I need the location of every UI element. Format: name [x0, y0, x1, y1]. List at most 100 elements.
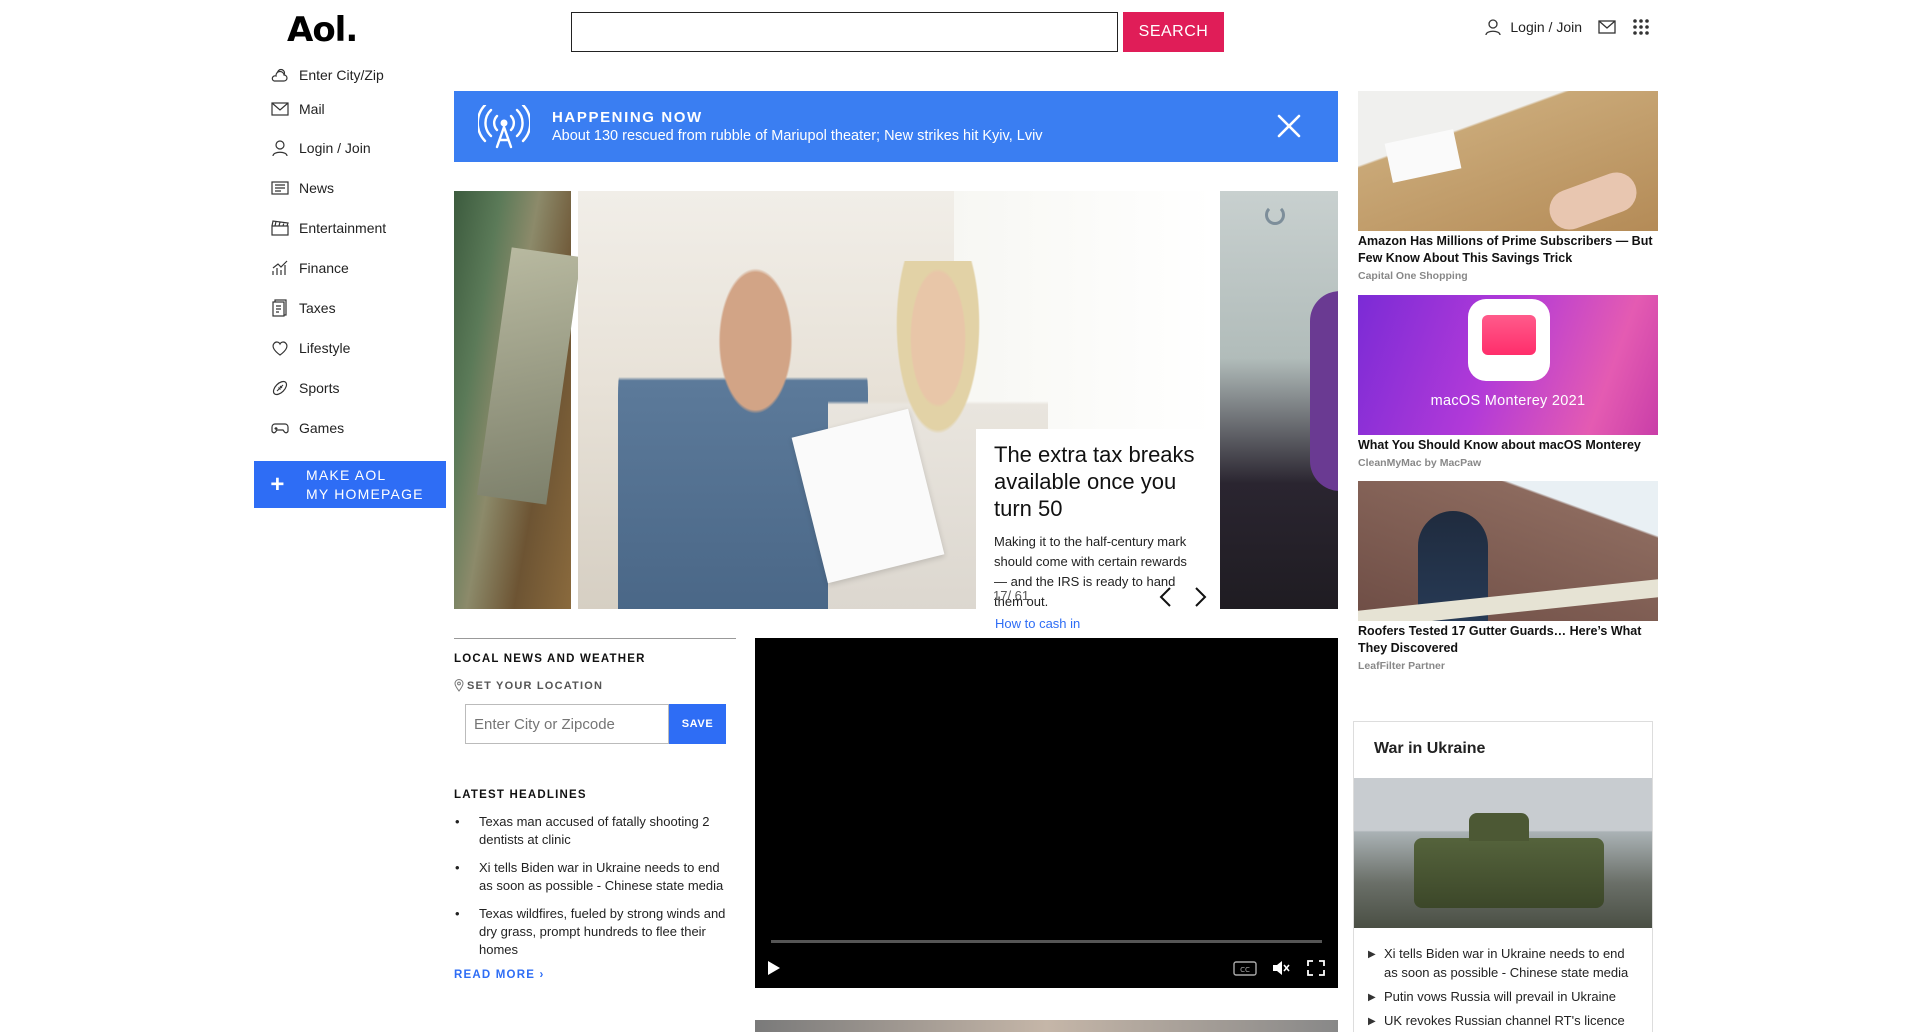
ad-image[interactable] [1358, 481, 1658, 621]
happening-now-text: HAPPENING NOW About 130 rescued from rub… [552, 109, 1043, 144]
latest-headlines-list: Texas man accused of fatally shooting 2 … [454, 813, 736, 959]
header-actions: Login / Join [1484, 18, 1650, 36]
carousel-story-title[interactable]: The extra tax breaks available once you … [994, 441, 1196, 522]
nav-item-entertainment[interactable]: Entertainment [271, 208, 461, 248]
nav-label: Finance [299, 260, 349, 276]
zip-form: SAVE [465, 704, 736, 744]
nav-item-mail[interactable]: Mail [271, 90, 461, 128]
loading-spinner-icon [1265, 205, 1285, 225]
nav-label: News [299, 180, 335, 196]
ad-image[interactable]: macOS Monterey 2021 [1358, 295, 1658, 435]
local-news-panel: LOCAL NEWS AND WEATHER SET YOUR LOCATION… [454, 638, 736, 981]
weather-icon [271, 68, 288, 82]
carousel-prev-slide-image[interactable] [454, 191, 582, 609]
svg-text:CC: CC [1240, 966, 1250, 974]
nav-label: Entertainment [299, 220, 387, 236]
ad-title[interactable]: What You Should Know about macOS Montere… [1358, 437, 1658, 454]
mail-icon [271, 102, 289, 116]
carousel-counter: 17/ 61 [993, 588, 1030, 603]
location-pin-icon [454, 679, 464, 692]
sponsored-ad[interactable]: Roofers Tested 17 Gutter Guards… Here’s … [1358, 481, 1658, 672]
ad-source: Capital One Shopping [1358, 270, 1468, 282]
read-more-link[interactable]: READ MORE › [454, 969, 736, 981]
nav-item-lifestyle[interactable]: Lifestyle [271, 328, 461, 368]
plus-icon: + [270, 471, 286, 498]
war-in-ukraine-module: War in Ukraine Xi tells Biden war in Ukr… [1353, 721, 1653, 1032]
header-login-link[interactable]: Login / Join [1484, 18, 1582, 36]
set-location-text: SET YOUR LOCATION [467, 679, 604, 692]
ad-title[interactable]: Amazon Has Millions of Prime Subscribers… [1358, 233, 1658, 267]
ukraine-heading[interactable]: War in Ukraine [1354, 722, 1652, 778]
make-homepage-line2: MY HOMEPAGE [306, 485, 424, 502]
nav-item-finance[interactable]: Finance [271, 248, 461, 288]
play-icon[interactable] [765, 958, 783, 978]
latest-headlines-heading: LATEST HEADLINES [454, 789, 587, 801]
local-news-heading: LOCAL NEWS AND WEATHER [454, 653, 646, 665]
featured-carousel: The extra tax breaks available once you … [454, 191, 1338, 609]
closed-captions-icon[interactable]: CC [1233, 958, 1257, 978]
sponsored-ad[interactable]: macOS Monterey 2021 What You Should Know… [1358, 295, 1658, 469]
carousel-story-card[interactable]: The extra tax breaks available once you … [976, 429, 1214, 609]
nav-item-games[interactable]: Games [271, 408, 461, 448]
news-icon [271, 181, 289, 195]
clapperboard-icon [271, 220, 289, 236]
chart-icon [272, 260, 288, 275]
nav-item-weather[interactable]: Enter City/Zip [271, 60, 461, 90]
ad-image-caption: macOS Monterey 2021 [1430, 393, 1586, 409]
chevron-left-icon[interactable] [1155, 586, 1177, 608]
sponsored-ad[interactable]: Amazon Has Millions of Prime Subscribers… [1358, 91, 1658, 282]
ukraine-image[interactable] [1354, 778, 1652, 928]
ukraine-headline-link[interactable]: Xi tells Biden war in Ukraine needs to e… [1368, 944, 1638, 982]
nav-label: Sports [299, 380, 340, 396]
chevron-right-icon[interactable] [1189, 586, 1211, 608]
apps-grid-icon[interactable] [1632, 18, 1650, 36]
fullscreen-icon[interactable] [1307, 958, 1325, 978]
nav-item-news[interactable]: News [271, 168, 461, 208]
user-icon [1485, 19, 1502, 36]
next-story-image[interactable] [755, 1020, 1338, 1032]
broadcast-icon [478, 104, 530, 148]
close-icon[interactable] [1276, 113, 1302, 139]
happening-now-title: HAPPENING NOW [552, 109, 703, 126]
nav-label: Enter City/Zip [299, 67, 384, 83]
happening-now-banner[interactable]: HAPPENING NOW About 130 rescued from rub… [454, 91, 1338, 162]
set-location-label: SET YOUR LOCATION [454, 679, 736, 692]
ad-source: LeafFilter Partner [1358, 660, 1445, 672]
carousel-next-slide-image[interactable] [1220, 191, 1338, 609]
ad-title[interactable]: Roofers Tested 17 Gutter Guards… Here’s … [1358, 623, 1658, 657]
make-homepage-button[interactable]: + MAKE AOL MY HOMEPAGE [254, 461, 446, 508]
heart-icon [272, 341, 288, 356]
gamepad-icon [271, 423, 289, 434]
nav-item-taxes[interactable]: Taxes [271, 288, 461, 328]
save-location-button[interactable]: SAVE [669, 704, 726, 744]
taxes-icon [272, 299, 287, 317]
football-icon [272, 380, 288, 396]
aol-logo[interactable]: Aol. [287, 10, 358, 50]
ukraine-headline-link[interactable]: UK revokes Russian channel RT's licence [1368, 1011, 1638, 1031]
happening-now-headline[interactable]: About 130 rescued from rubble of Mariupo… [552, 128, 1043, 144]
carousel-story-link[interactable]: How to cash in [995, 616, 1080, 631]
video-player[interactable]: CC [755, 638, 1338, 988]
video-progress-bar[interactable] [771, 940, 1322, 943]
header-login-label: Login / Join [1510, 19, 1582, 35]
ad-source: CleanMyMac by MacPaw [1358, 457, 1482, 469]
ad-image[interactable] [1358, 91, 1658, 231]
nav-item-sports[interactable]: Sports [271, 368, 461, 408]
mail-icon[interactable] [1598, 20, 1616, 34]
search-input[interactable] [571, 12, 1118, 52]
headline-link[interactable]: Texas wildfires, fueled by strong winds … [454, 905, 736, 959]
search-button[interactable]: SEARCH [1123, 12, 1224, 52]
nav-label: Login / Join [299, 140, 371, 156]
nav-label: Lifestyle [299, 340, 351, 356]
headline-link[interactable]: Texas man accused of fatally shooting 2 … [454, 813, 736, 849]
nav-item-login[interactable]: Login / Join [271, 128, 461, 168]
user-icon [272, 140, 288, 157]
ukraine-headline-link[interactable]: Putin vows Russia will prevail in Ukrain… [1368, 987, 1638, 1007]
make-homepage-line1: MAKE AOL [306, 466, 387, 483]
headline-link[interactable]: Xi tells Biden war in Ukraine needs to e… [454, 859, 736, 895]
mute-icon[interactable] [1271, 958, 1291, 978]
nav-label: Taxes [299, 300, 336, 316]
nav-label: Games [299, 420, 345, 436]
section-divider [454, 638, 736, 639]
zip-input[interactable] [465, 704, 669, 744]
